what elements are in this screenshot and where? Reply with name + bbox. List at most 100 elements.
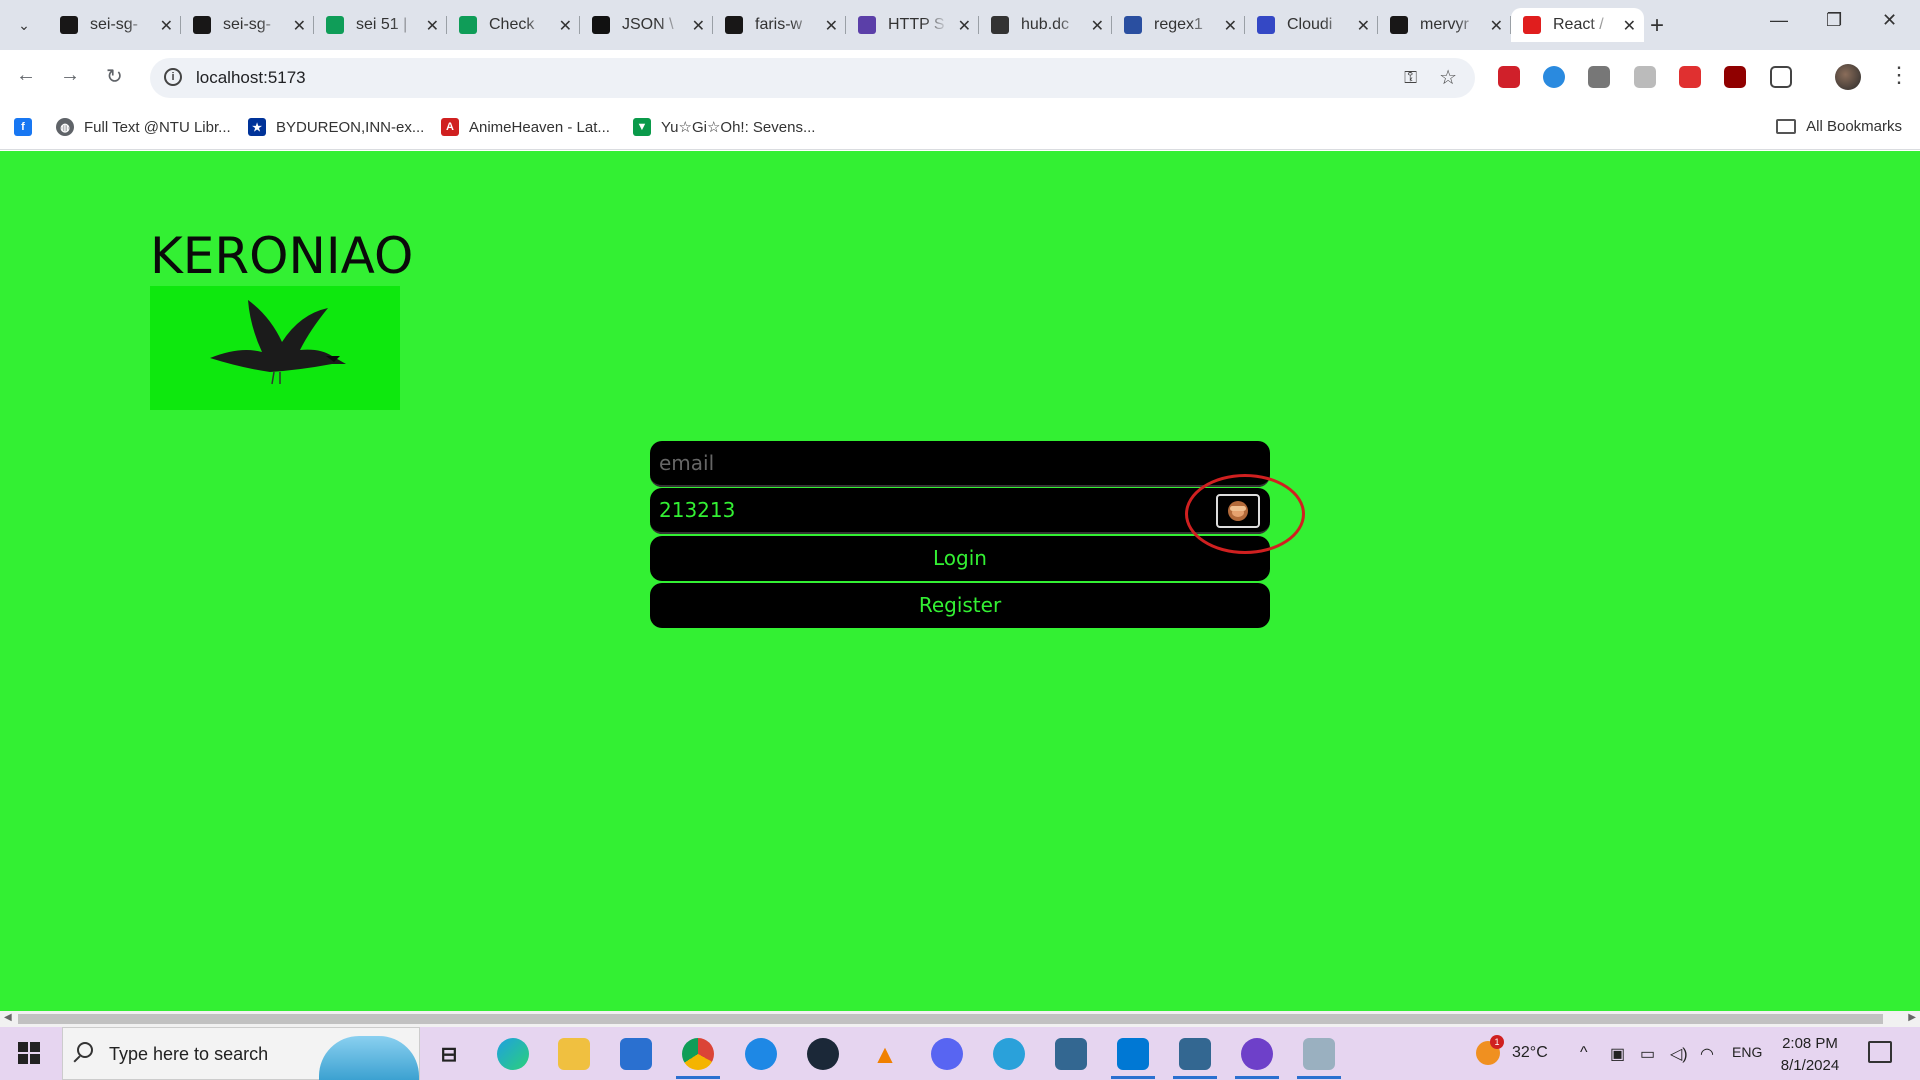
browser-menu-icon[interactable]: ⋮: [1888, 62, 1910, 88]
extension-puzzle-image-icon[interactable]: [1634, 66, 1656, 88]
tab-title: sei 51 |: [356, 16, 408, 33]
taskbar-search[interactable]: Type here to search: [62, 1027, 420, 1080]
discord-icon[interactable]: [931, 1038, 963, 1070]
battery-icon[interactable]: ▭: [1640, 1044, 1655, 1064]
blue-app-icon[interactable]: [745, 1038, 777, 1070]
bookmark-yugioh[interactable]: ▼ Yu☆Gi☆Oh!: Sevens...: [633, 118, 815, 136]
chrome-icon[interactable]: [682, 1038, 714, 1070]
extension-chat-icon[interactable]: [1588, 66, 1610, 88]
task-view-icon[interactable]: ⊟: [433, 1038, 465, 1070]
tab-close-icon[interactable]: ✕: [1091, 16, 1104, 36]
steam-icon[interactable]: [807, 1038, 839, 1070]
tab-close-icon[interactable]: ✕: [293, 16, 306, 36]
forward-icon[interactable]: →: [60, 64, 80, 87]
tab-close-icon[interactable]: ✕: [1224, 16, 1237, 36]
restore-icon[interactable]: ❐: [1826, 10, 1842, 31]
tab-title: faris-w: [755, 16, 803, 33]
sheets-icon: [459, 16, 477, 34]
bookmark-bydureon[interactable]: ★ BYDUREON,INN-ex...: [248, 118, 424, 136]
paint-active-indicator: [1297, 1076, 1341, 1079]
tab-9[interactable]: regex1 ✕: [1112, 8, 1245, 42]
browser-toolbar: ← → ↻ i localhost:5173 ⚿ ☆ ⋮: [0, 50, 1920, 106]
tab-7[interactable]: HTTP S ✕: [846, 8, 979, 42]
bookmark-facebook[interactable]: f: [14, 118, 42, 136]
tab-close-icon[interactable]: ✕: [1357, 16, 1370, 36]
login-button[interactable]: Login: [650, 536, 1270, 581]
all-bookmarks-label: All Bookmarks: [1806, 118, 1902, 135]
github-desktop-icon[interactable]: [1241, 1038, 1273, 1070]
tab-4[interactable]: Check ✕: [447, 8, 580, 42]
meet-now-icon[interactable]: ▣: [1610, 1044, 1625, 1064]
system-clock[interactable]: 2:08 PM 8/1/2024: [1768, 1033, 1852, 1077]
scroll-left-icon[interactable]: ◀: [4, 1012, 12, 1023]
tab-title: regex1: [1154, 16, 1203, 33]
tab-search-chevron-icon[interactable]: ⌄: [10, 12, 38, 38]
tab-close-icon[interactable]: ✕: [1623, 16, 1636, 36]
minimize-icon[interactable]: —: [1770, 10, 1788, 31]
edge-icon[interactable]: [497, 1038, 529, 1070]
tab-close-icon[interactable]: ✕: [825, 16, 838, 36]
tab-title: React /: [1553, 16, 1604, 33]
tab-2[interactable]: sei-sg- ✕: [181, 8, 314, 42]
json-icon: [592, 16, 610, 34]
crow-icon: [210, 300, 346, 385]
tab-6[interactable]: faris-w ✕: [713, 8, 846, 42]
bookmark-ntu-library[interactable]: ◍ Full Text @NTU Libr...: [56, 118, 231, 136]
extension-pocket-icon[interactable]: [1679, 66, 1701, 88]
password-input[interactable]: [650, 488, 1270, 534]
wifi-icon[interactable]: ◠: [1700, 1044, 1714, 1064]
tab-1[interactable]: sei-sg- ✕: [48, 8, 181, 42]
back-icon[interactable]: ←: [16, 64, 36, 87]
notification-center-icon[interactable]: [1868, 1041, 1892, 1063]
close-window-icon[interactable]: ✕: [1882, 10, 1897, 31]
horizontal-scrollbar[interactable]: ◀ ▶: [0, 1011, 1920, 1027]
extensions-icon[interactable]: [1770, 66, 1792, 88]
paint-icon[interactable]: [1303, 1038, 1335, 1070]
reload-icon[interactable]: ↻: [106, 64, 123, 89]
vlc-icon[interactable]: ▲: [869, 1038, 901, 1070]
tab-close-icon[interactable]: ✕: [1490, 16, 1503, 36]
tab-12[interactable]: React / ✕: [1511, 8, 1644, 42]
tab-3[interactable]: sei 51 | ✕: [314, 8, 447, 42]
all-bookmarks-button[interactable]: All Bookmarks: [1776, 118, 1902, 135]
tab-11[interactable]: mervyr ✕: [1378, 8, 1511, 42]
scrollbar-thumb[interactable]: [18, 1014, 1883, 1024]
vscode-icon[interactable]: [1117, 1038, 1149, 1070]
tab-close-icon[interactable]: ✕: [160, 16, 173, 36]
volume-icon[interactable]: ◁): [1670, 1044, 1688, 1064]
show-hidden-icons-icon[interactable]: ^: [1580, 1044, 1588, 1062]
register-button[interactable]: Register: [650, 583, 1270, 628]
postgresql-icon[interactable]: [1055, 1038, 1087, 1070]
temperature[interactable]: 32°C: [1512, 1044, 1548, 1062]
scroll-right-icon[interactable]: ▶: [1908, 1012, 1916, 1023]
address-bar[interactable]: i localhost:5173 ⚿ ☆: [150, 58, 1475, 98]
site-info-icon[interactable]: i: [164, 68, 182, 86]
address-url[interactable]: localhost:5173: [196, 68, 306, 88]
bookmark-animeheaven[interactable]: A AnimeHeaven - Lat...: [441, 118, 610, 136]
facebook-icon: f: [14, 118, 32, 136]
tab-close-icon[interactable]: ✕: [426, 16, 439, 36]
tab-close-icon[interactable]: ✕: [692, 16, 705, 36]
tab-8[interactable]: hub.dc ✕: [979, 8, 1112, 42]
ga-icon: [1523, 16, 1541, 34]
profile-avatar[interactable]: [1835, 64, 1861, 90]
tab-close-icon[interactable]: ✕: [559, 16, 572, 36]
tab-close-icon[interactable]: ✕: [958, 16, 971, 36]
toggle-password-visibility-button[interactable]: [1216, 494, 1260, 528]
file-explorer-icon[interactable]: [558, 1038, 590, 1070]
tab-5[interactable]: JSON \ ✕: [580, 8, 713, 42]
pgadmin-icon[interactable]: [1179, 1038, 1211, 1070]
windows-start-icon[interactable]: [18, 1042, 40, 1064]
telegram-icon[interactable]: [993, 1038, 1025, 1070]
extension-cloud-icon[interactable]: [1543, 66, 1565, 88]
email-input[interactable]: [650, 441, 1270, 487]
new-tab-button[interactable]: +: [1650, 12, 1664, 40]
extension-video-icon[interactable]: [1498, 66, 1520, 88]
language-indicator[interactable]: ENG: [1732, 1044, 1762, 1060]
password-field-wrapper: [650, 488, 1270, 534]
bookmark-star-icon[interactable]: ☆: [1439, 65, 1457, 90]
ublock-icon[interactable]: [1724, 66, 1746, 88]
tab-10[interactable]: Cloudi ✕: [1245, 8, 1378, 42]
password-key-icon[interactable]: ⚿: [1404, 68, 1417, 88]
microsoft-store-icon[interactable]: [620, 1038, 652, 1070]
